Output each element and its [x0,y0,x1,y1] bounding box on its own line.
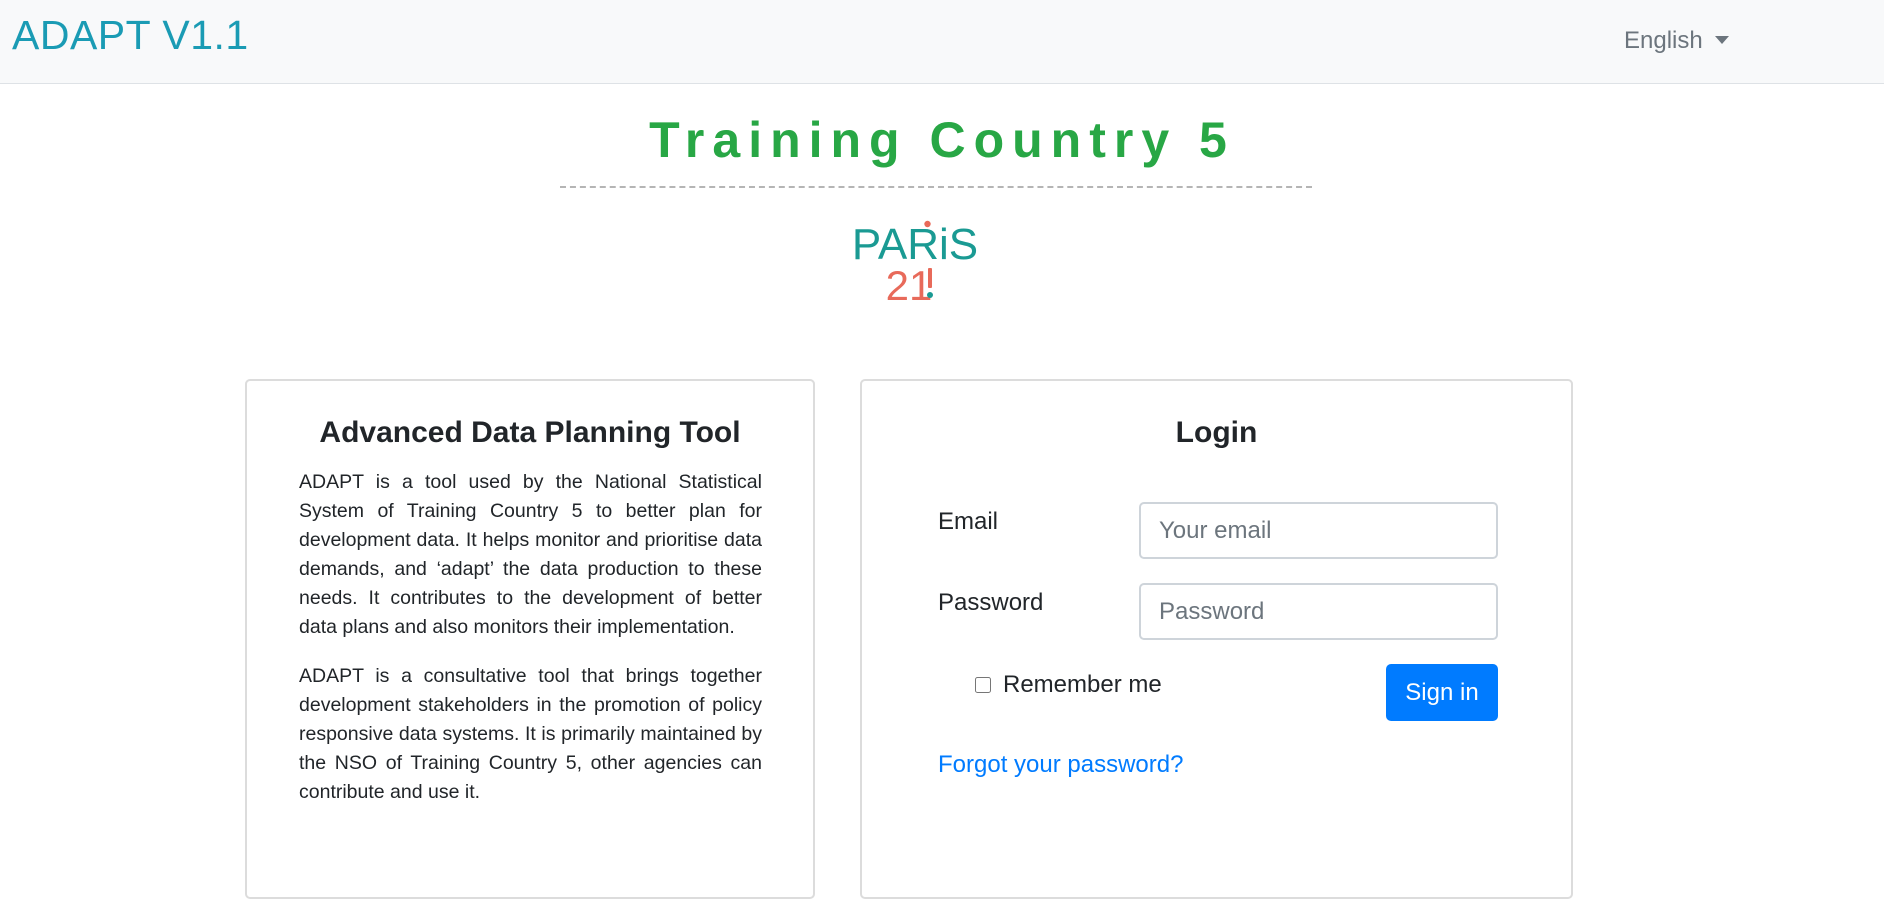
chevron-down-icon [1714,36,1729,44]
logo-exclaim-dot [927,292,933,298]
language-dropdown[interactable]: English [1624,24,1729,58]
logo-i-dot [924,220,931,228]
about-paragraph-1: ADAPT is a tool used by the National Sta… [299,471,762,638]
logo-21-text: 21 [886,262,933,305]
about-title: Advanced Data Planning Tool [319,416,741,449]
top-navbar: ADAPT V1.1 English [0,0,1884,84]
about-paragraph-2: ADAPT is a consultative tool that brings… [299,665,762,803]
about-text: ADAPT is a tool used by the National Sta… [299,468,762,827]
logo-exclaim-bar [928,268,932,288]
title-divider [560,186,1312,188]
email-field[interactable] [1139,502,1498,559]
remember-me-group: Remember me [975,669,1162,701]
page-title: Training Country 5 [649,112,1235,168]
language-label: English [1624,27,1703,54]
paris21-logo: PARiS 21 [852,220,978,305]
login-title: Login [1175,416,1258,449]
brand-link[interactable]: ADAPT V1.1 [12,10,249,60]
password-field[interactable] [1139,583,1498,640]
about-card: Advanced Data Planning Tool ADAPT is a t… [245,379,815,899]
forgot-password-link[interactable]: Forgot your password? [938,749,1183,781]
remember-me-checkbox[interactable] [975,677,991,693]
email-label: Email [938,508,999,535]
password-label: Password [938,589,1044,616]
sign-in-button[interactable]: Sign in [1386,664,1498,721]
login-card: Login Email Password Remember me Sign in… [860,379,1573,899]
remember-me-label[interactable]: Remember me [1003,669,1162,701]
